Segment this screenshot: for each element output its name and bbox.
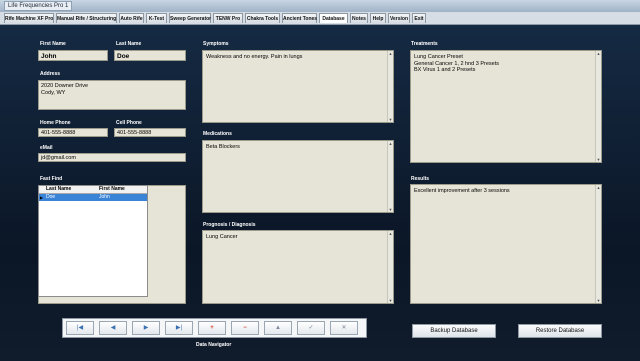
cell-phone-label: Cell Phone xyxy=(116,120,142,126)
prognosis-textarea[interactable]: Lung Cancer ▲ ▼ xyxy=(202,230,394,304)
email-label: eMail xyxy=(40,145,53,151)
row-indicator-icon: ▶ xyxy=(40,195,44,200)
treatments-text: Lung Cancer Preset General Cancer 1, 2 h… xyxy=(414,54,499,73)
window-title: Life Frequencies Pro 1 xyxy=(4,1,73,11)
treatments-scrollbar[interactable]: ▲ ▼ xyxy=(595,51,601,162)
tab-exit[interactable]: Exit xyxy=(412,13,426,23)
tab-bar: Rife Machine XF Pro Manual Rife / Struct… xyxy=(0,12,640,25)
results-scrollbar[interactable]: ▲ ▼ xyxy=(595,185,601,303)
post-edit-button[interactable]: ✓ xyxy=(297,321,325,335)
treatments-label: Treatments xyxy=(411,41,438,47)
restore-database-button[interactable]: Restore Database xyxy=(518,324,602,338)
insert-record-button[interactable]: + xyxy=(198,321,226,335)
scroll-up-icon[interactable]: ▲ xyxy=(596,51,601,56)
scroll-down-icon[interactable]: ▼ xyxy=(388,117,393,122)
scroll-up-icon[interactable]: ▲ xyxy=(388,141,393,146)
scroll-down-icon[interactable]: ▼ xyxy=(596,157,601,162)
row-first-name: John xyxy=(99,194,110,200)
medications-textarea[interactable]: Beta Blockers ▲ ▼ xyxy=(202,140,394,213)
cancel-edit-button[interactable]: ✕ xyxy=(330,321,358,335)
prognosis-scrollbar[interactable]: ▲ ▼ xyxy=(387,231,393,303)
home-phone-label: Home Phone xyxy=(40,120,71,126)
last-record-button[interactable]: ▶| xyxy=(165,321,193,335)
tab-chakra-tools[interactable]: Chakra Tools xyxy=(245,13,280,23)
tab-database[interactable]: Database xyxy=(319,13,348,23)
symptoms-textarea[interactable]: Weakness and no energy. Pain in lungs ▲ ▼ xyxy=(202,50,394,123)
tab-rife-machine[interactable]: Rife Machine XF Pro xyxy=(4,13,54,23)
results-textarea[interactable]: Excellent improvement after 3 sessions ▲… xyxy=(410,184,602,304)
medications-text: Beta Blockers xyxy=(206,144,240,150)
tab-tenw-pro[interactable]: TENW Pro xyxy=(213,13,243,23)
treatments-textarea[interactable]: Lung Cancer Preset General Cancer 1, 2 h… xyxy=(410,50,602,163)
fast-find-label: Fast Find xyxy=(40,176,63,182)
medications-scrollbar[interactable]: ▲ ▼ xyxy=(387,141,393,212)
scroll-up-icon[interactable]: ▲ xyxy=(388,51,393,56)
next-record-button[interactable]: ▶ xyxy=(132,321,160,335)
scroll-down-icon[interactable]: ▼ xyxy=(388,298,393,303)
tab-version[interactable]: Version xyxy=(388,13,410,23)
prognosis-text: Lung Cancer xyxy=(206,234,238,240)
symptoms-label: Symptoms xyxy=(203,41,229,47)
column-last-name[interactable]: Last Name xyxy=(46,186,71,193)
tab-auto-rife[interactable]: Auto Rife xyxy=(119,13,144,23)
symptoms-text: Weakness and no energy. Pain in lungs xyxy=(206,54,303,60)
tab-notes[interactable]: Notes xyxy=(350,13,368,23)
edit-record-button[interactable]: ▲ xyxy=(264,321,292,335)
tab-manual-rife[interactable]: Manual Rife / Structuring xyxy=(56,13,117,23)
prognosis-label: Prognosis / Diagnosis xyxy=(203,222,256,228)
fast-find-grid[interactable]: Last Name First Name ▶ Doe John xyxy=(38,185,148,297)
medications-label: Medications xyxy=(203,131,232,137)
delete-record-button[interactable]: − xyxy=(231,321,259,335)
first-name-field[interactable]: John xyxy=(38,50,108,61)
backup-database-button[interactable]: Backup Database xyxy=(412,324,496,338)
table-row[interactable]: ▶ Doe John xyxy=(39,194,147,201)
tab-k-test[interactable]: K-Test xyxy=(146,13,167,23)
first-record-button[interactable]: |◀ xyxy=(66,321,94,335)
row-last-name: Doe xyxy=(46,194,56,200)
cell-phone-field[interactable]: 401-555-8888 xyxy=(114,128,186,137)
symptoms-scrollbar[interactable]: ▲ ▼ xyxy=(387,51,393,122)
data-navigator: |◀ ◀ ▶ ▶| + − ▲ ✓ ✕ xyxy=(62,318,367,338)
data-navigator-label: Data Navigator xyxy=(196,342,232,348)
prior-record-button[interactable]: ◀ xyxy=(99,321,127,335)
scroll-up-icon[interactable]: ▲ xyxy=(388,231,393,236)
home-phone-field[interactable]: 401-555-8888 xyxy=(38,128,108,137)
application-window: Life Frequencies Pro 1 Rife Machine XF P… xyxy=(0,0,640,361)
tab-ancient-tones[interactable]: Ancient Tones xyxy=(282,13,317,23)
scroll-up-icon[interactable]: ▲ xyxy=(596,185,601,190)
address-label: Address xyxy=(40,71,61,77)
results-label: Results xyxy=(411,176,430,182)
scroll-down-icon[interactable]: ▼ xyxy=(596,298,601,303)
last-name-label: Last Name xyxy=(116,41,142,47)
tab-help[interactable]: Help xyxy=(370,13,386,23)
last-name-field[interactable]: Doe xyxy=(114,50,186,61)
grid-header: Last Name First Name xyxy=(39,186,147,194)
address-field[interactable]: 2020 Downer Drive Cody, WY xyxy=(38,80,186,110)
email-field[interactable]: jd@gmail.com xyxy=(38,153,186,162)
column-first-name[interactable]: First Name xyxy=(99,186,125,193)
tab-sweep-generator[interactable]: Sweep Generator xyxy=(169,13,211,23)
first-name-label: First Name xyxy=(40,41,66,47)
scroll-down-icon[interactable]: ▼ xyxy=(388,207,393,212)
results-text: Excellent improvement after 3 sessions xyxy=(414,188,510,194)
